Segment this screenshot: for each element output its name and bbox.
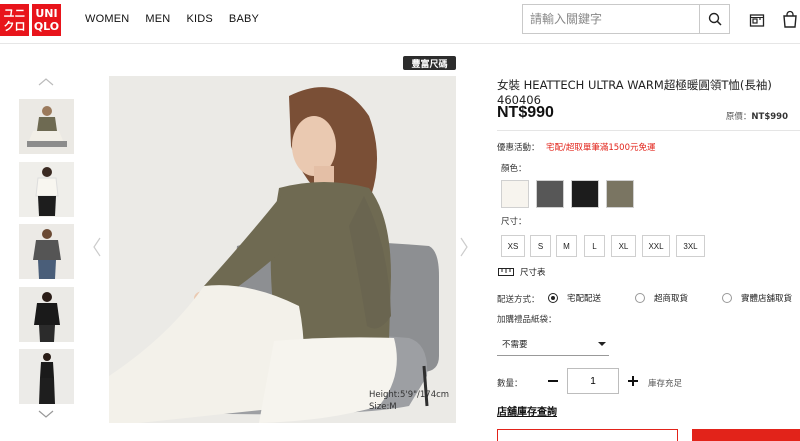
- thumbnail-3[interactable]: [19, 224, 74, 279]
- gift-bag-value: 不需要: [502, 339, 528, 350]
- main-nav: WOMEN MEN KIDS BABY: [85, 13, 275, 25]
- search-box: [522, 4, 730, 34]
- size-xs[interactable]: XS: [501, 235, 525, 257]
- add-to-favorites-button[interactable]: [497, 429, 678, 441]
- store-icon[interactable]: [749, 12, 765, 28]
- shipping-option-label: 宅配配送: [567, 294, 602, 304]
- plus-icon: [628, 376, 638, 386]
- promo-label: 優惠活動：: [497, 143, 540, 153]
- gift-bag-label: 加購禮品紙袋：: [497, 315, 557, 325]
- quantity-input[interactable]: [567, 368, 619, 394]
- shipping-option-label: 實體店舖取貨: [741, 294, 793, 304]
- logo-katakana: ユニ クロ: [0, 4, 29, 36]
- quantity-label: 數量：: [497, 379, 523, 389]
- color-label: 顏色：: [501, 164, 527, 174]
- nav-baby[interactable]: BABY: [229, 13, 259, 25]
- site-header: ユニ クロ UNI QLO WOMEN MEN KIDS BABY: [0, 0, 800, 44]
- divider: [497, 130, 800, 131]
- product-price: NT$990: [497, 104, 554, 121]
- thumbnail-scroll-down[interactable]: [36, 410, 56, 422]
- nav-women[interactable]: WOMEN: [85, 13, 129, 25]
- product-main-image[interactable]: [109, 76, 456, 423]
- nav-kids[interactable]: KIDS: [186, 13, 212, 25]
- radio-selected-icon: [548, 293, 558, 303]
- quantity-decrease-button[interactable]: [546, 372, 560, 390]
- size-m[interactable]: M: [556, 235, 577, 257]
- add-to-cart-button[interactable]: [692, 429, 800, 441]
- stock-status: 庫存充足: [648, 379, 683, 389]
- image-prev-button[interactable]: [93, 237, 101, 262]
- radio-icon: [635, 293, 645, 303]
- search-button[interactable]: [699, 5, 729, 33]
- size-chart-label: 尺寸表: [520, 268, 546, 278]
- uniqlo-logo[interactable]: ユニ クロ UNI QLO: [0, 4, 61, 36]
- color-swatch-white[interactable]: [501, 180, 529, 208]
- model-height: Height:5'9"/174cm: [369, 390, 450, 400]
- shipping-shop-pickup[interactable]: 實體店舖取貨: [722, 292, 792, 304]
- gift-bag-select[interactable]: 不需要: [497, 332, 609, 356]
- minus-icon: [548, 380, 558, 382]
- thumbnail-2[interactable]: [19, 162, 74, 217]
- size-xxl[interactable]: XXL: [642, 235, 670, 257]
- size-label: 尺寸：: [501, 217, 527, 227]
- image-next-button[interactable]: [460, 237, 468, 262]
- thumbnail-scroll-up[interactable]: [36, 78, 56, 90]
- radio-icon: [722, 293, 732, 303]
- model-info: Height:5'9"/174cm Size:M: [369, 389, 449, 413]
- original-price-label: 原價：: [725, 112, 752, 122]
- size-3xl[interactable]: 3XL: [676, 235, 705, 257]
- store-inventory-link[interactable]: 店舖庫存查詢: [497, 403, 557, 418]
- promo-text[interactable]: 宅配/超取單筆滿1500元免運: [546, 141, 656, 153]
- thumbnail-5[interactable]: [19, 349, 74, 404]
- model-size: Size:M: [369, 402, 397, 412]
- shipping-label: 配送方式：: [497, 295, 540, 305]
- thumbnail-4[interactable]: [19, 287, 74, 342]
- color-swatch-olive[interactable]: [606, 180, 634, 208]
- size-range-badge: 豐富尺碼: [403, 56, 456, 70]
- original-price-value: NT$990: [751, 112, 788, 122]
- search-input[interactable]: [523, 5, 699, 33]
- product-title: 女裝 HEATTECH ULTRA WARM超極暖圓領T恤(長袖) 460406: [497, 78, 772, 107]
- size-xl[interactable]: XL: [611, 235, 636, 257]
- search-icon: [708, 12, 722, 26]
- thumbnail-1[interactable]: [19, 99, 74, 154]
- color-swatch-gray[interactable]: [536, 180, 564, 208]
- shipping-option-label: 超商取貨: [654, 294, 689, 304]
- chevron-right-icon: [460, 237, 468, 257]
- original-price: 原價：NT$990: [726, 110, 788, 122]
- ruler-icon: [498, 268, 514, 276]
- size-s[interactable]: S: [530, 235, 551, 257]
- shipping-store-pickup[interactable]: 超商取貨: [635, 292, 688, 304]
- cart-icon[interactable]: [780, 10, 800, 30]
- chevron-up-icon: [38, 78, 54, 86]
- size-chart-link[interactable]: 尺寸表: [498, 266, 546, 278]
- chevron-down-icon: [598, 342, 606, 346]
- size-l[interactable]: L: [584, 235, 605, 257]
- quantity-increase-button[interactable]: [626, 372, 640, 390]
- color-swatch-black[interactable]: [571, 180, 599, 208]
- logo-latin: UNI QLO: [32, 4, 61, 36]
- nav-men[interactable]: MEN: [145, 13, 170, 25]
- shipping-home-delivery[interactable]: 宅配配送: [548, 292, 601, 304]
- chevron-down-icon: [38, 410, 54, 418]
- chevron-left-icon: [93, 237, 101, 257]
